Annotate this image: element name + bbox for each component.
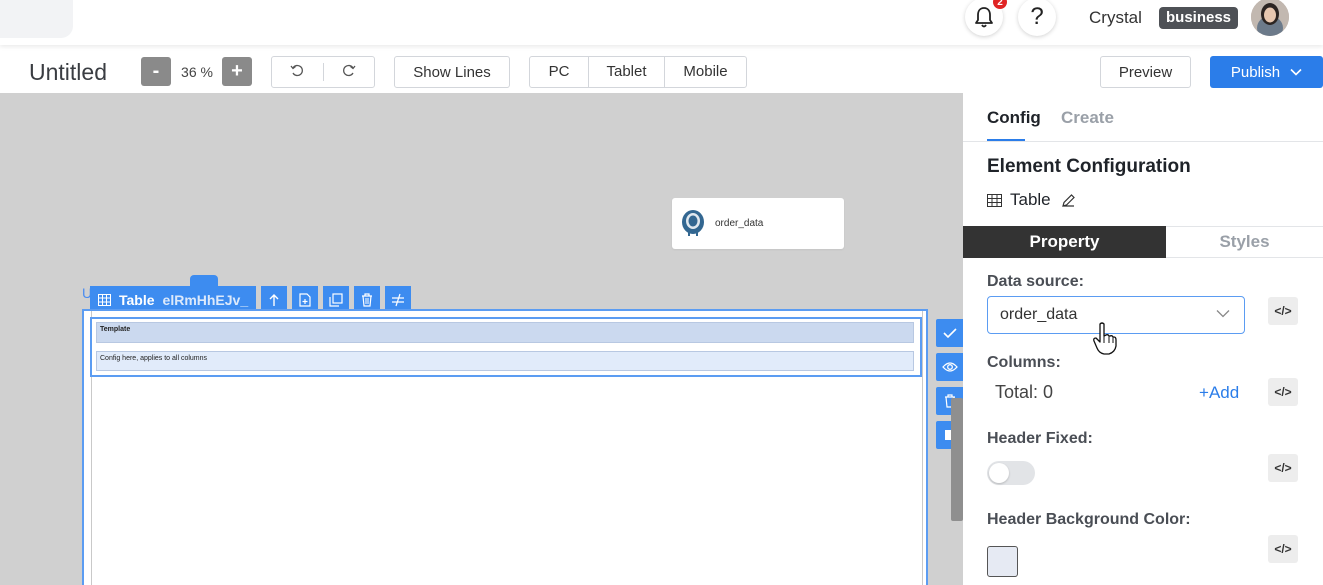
template-config-row: Config here, applies to all columns (96, 351, 914, 371)
avatar[interactable] (1251, 0, 1289, 36)
element-name-row: Table (987, 190, 1076, 210)
template-header-row: Template (96, 322, 914, 343)
editor-toolbar: Untitled - 36 % + Show Lines PC Tablet M… (0, 45, 1323, 93)
chevron-down-icon (1216, 310, 1230, 318)
section-title: Element Configuration (987, 156, 1191, 177)
preview-button[interactable]: Preview (1100, 56, 1191, 88)
config-panel: Config Create Element Configuration Tabl… (963, 93, 1323, 585)
eye-icon (941, 362, 958, 372)
data-source-value: order_data (1000, 306, 1078, 323)
code-icon: </> (1274, 461, 1292, 475)
swap-icon (392, 293, 405, 306)
confirm-button[interactable] (936, 319, 963, 347)
canvas-scrollbar[interactable] (951, 398, 963, 521)
selected-element-id: elRmHhEJv_ (162, 291, 249, 308)
plan-badge: business (1159, 7, 1239, 29)
user-name[interactable]: Crystal (1089, 8, 1142, 28)
check-icon (942, 328, 957, 339)
segment-property[interactable]: Property (963, 226, 1166, 258)
show-lines-button[interactable]: Show Lines (394, 56, 510, 88)
tab-config[interactable]: Config (987, 108, 1041, 128)
add-column-label: Add (1208, 383, 1240, 402)
postgresql-icon (682, 210, 704, 236)
header-fixed-code-button[interactable]: </> (1268, 454, 1298, 482)
code-icon: </> (1274, 542, 1292, 556)
new-page-icon (299, 292, 311, 307)
undo-button[interactable] (272, 63, 324, 81)
table-icon (987, 193, 1002, 207)
header-bg-color-label: Header Background Color: (987, 511, 1191, 528)
tab-create[interactable]: Create (1061, 108, 1114, 128)
selected-element-type: Table (119, 291, 155, 308)
top-header: 2 ? Crystal business (0, 0, 1323, 45)
segment-styles[interactable]: Styles (1166, 226, 1323, 258)
code-icon: </> (1274, 304, 1292, 318)
datasource-card-label: order_data (715, 218, 764, 229)
zoom-level: 36 % (181, 64, 213, 80)
table-template[interactable]: Template Config here, applies to all col… (90, 317, 922, 377)
header-bg-color-swatch[interactable] (987, 546, 1018, 577)
header-fixed-toggle[interactable] (987, 461, 1035, 485)
datasource-card[interactable]: order_data (672, 198, 844, 249)
plus-icon: + (1199, 383, 1209, 402)
header-bg-code-button[interactable]: </> (1268, 535, 1298, 563)
zoom-out-button[interactable]: - (141, 57, 171, 86)
publish-button[interactable]: Publish (1210, 56, 1323, 88)
avatar-image (1251, 0, 1289, 36)
bell-icon (975, 7, 993, 28)
history-group (271, 56, 375, 88)
header-fixed-label: Header Fixed: (987, 430, 1093, 447)
header-stub (0, 0, 73, 38)
device-mobile-button[interactable]: Mobile (665, 57, 746, 87)
duplicate-icon (329, 292, 343, 307)
move-up-icon (269, 293, 279, 306)
redo-button[interactable] (324, 63, 375, 81)
toggle-knob (989, 463, 1009, 483)
columns-label: Columns: (987, 354, 1061, 371)
columns-total: Total: 0 (995, 382, 1054, 402)
data-source-label: Data source: (987, 273, 1084, 290)
help-button[interactable]: ? (1018, 0, 1056, 36)
code-icon: </> (1274, 385, 1292, 399)
help-icon: ? (1030, 3, 1044, 30)
device-switcher: PC Tablet Mobile (529, 56, 747, 88)
chevron-down-icon (1290, 68, 1302, 76)
device-tablet-button[interactable]: Tablet (589, 57, 665, 87)
add-column-button[interactable]: +Add (1199, 383, 1239, 403)
design-canvas[interactable]: order_data U Table elRmHhEJv_ Template C… (0, 93, 963, 585)
delete-icon (362, 292, 373, 307)
pencil-icon[interactable] (1061, 193, 1076, 208)
table-component[interactable]: Template Config here, applies to all col… (82, 309, 928, 585)
publish-label: Publish (1230, 63, 1281, 81)
hand-cursor-icon (1093, 322, 1117, 355)
undo-icon (290, 64, 304, 77)
zoom-in-button[interactable]: + (222, 57, 252, 86)
notification-count-badge: 2 (992, 0, 1008, 10)
visibility-button[interactable] (936, 353, 963, 381)
data-source-code-button[interactable]: </> (1268, 297, 1298, 325)
element-name: Table (1010, 190, 1051, 209)
redo-icon (342, 64, 356, 77)
device-pc-button[interactable]: PC (530, 57, 589, 87)
page-title[interactable]: Untitled (29, 59, 107, 86)
tab-divider (963, 141, 1323, 142)
columns-code-button[interactable]: </> (1268, 378, 1298, 406)
table-icon (98, 293, 111, 306)
